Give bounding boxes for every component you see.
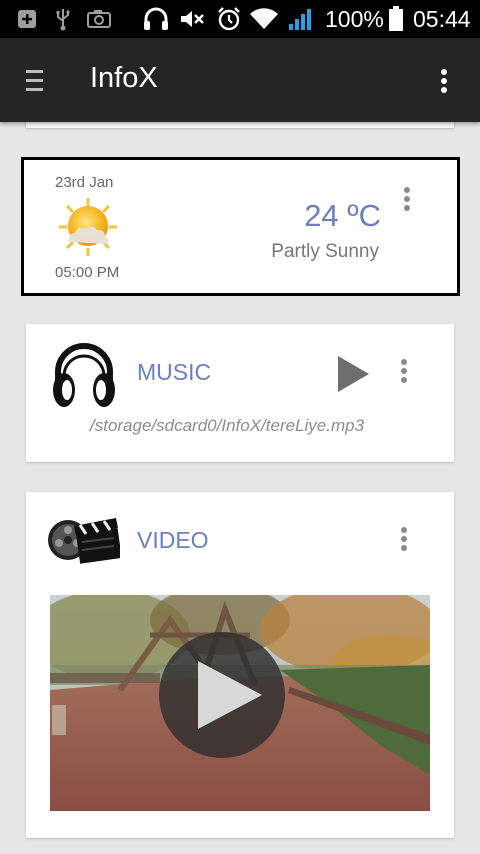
music-title: MUSIC <box>137 359 212 385</box>
weather-more-icon[interactable] <box>401 187 413 219</box>
video-card[interactable]: VIDEO <box>26 492 454 838</box>
weather-condition: Partly Sunny <box>271 241 379 262</box>
add-box-icon <box>14 7 40 31</box>
headphones-icon <box>141 7 171 31</box>
music-file-path: /storage/sdcard0/InfoX/tereLiye.mp3 <box>90 416 365 435</box>
weather-temperature: 24 ºC <box>304 198 381 233</box>
headphones-icon <box>50 336 118 412</box>
partly-sunny-icon <box>57 196 119 258</box>
weather-time: 05:00 PM <box>55 264 120 281</box>
more-vert-icon[interactable] <box>432 66 456 96</box>
battery-percent: 100% <box>325 6 384 32</box>
music-more-icon[interactable] <box>398 359 410 391</box>
usb-icon <box>52 7 74 31</box>
app-title: InfoX <box>90 62 158 94</box>
weather-card[interactable]: 23rd Jan 05:00 PM 24 ºC Partly Sunny <box>21 157 460 296</box>
clapperboard-icon <box>46 506 122 572</box>
video-thumbnail[interactable] <box>50 595 430 811</box>
play-icon[interactable] <box>336 354 370 394</box>
clock: 05:44 <box>413 6 471 32</box>
signal-icon <box>287 7 315 31</box>
wifi-icon <box>248 7 280 31</box>
hamburger-icon[interactable] <box>26 68 46 94</box>
app-bar: InfoX <box>0 38 480 122</box>
status-bar: 100% 05:44 <box>0 0 480 38</box>
alarm-icon <box>215 7 243 31</box>
weather-date: 23rd Jan <box>55 174 114 191</box>
video-more-icon[interactable] <box>398 527 410 559</box>
mute-icon <box>178 7 206 31</box>
video-title: VIDEO <box>137 527 209 553</box>
screenshot-icon <box>86 7 112 31</box>
battery-icon <box>386 5 406 33</box>
music-card[interactable]: MUSIC /storage/sdcard0/InfoX/tereLiye.mp… <box>26 324 454 462</box>
